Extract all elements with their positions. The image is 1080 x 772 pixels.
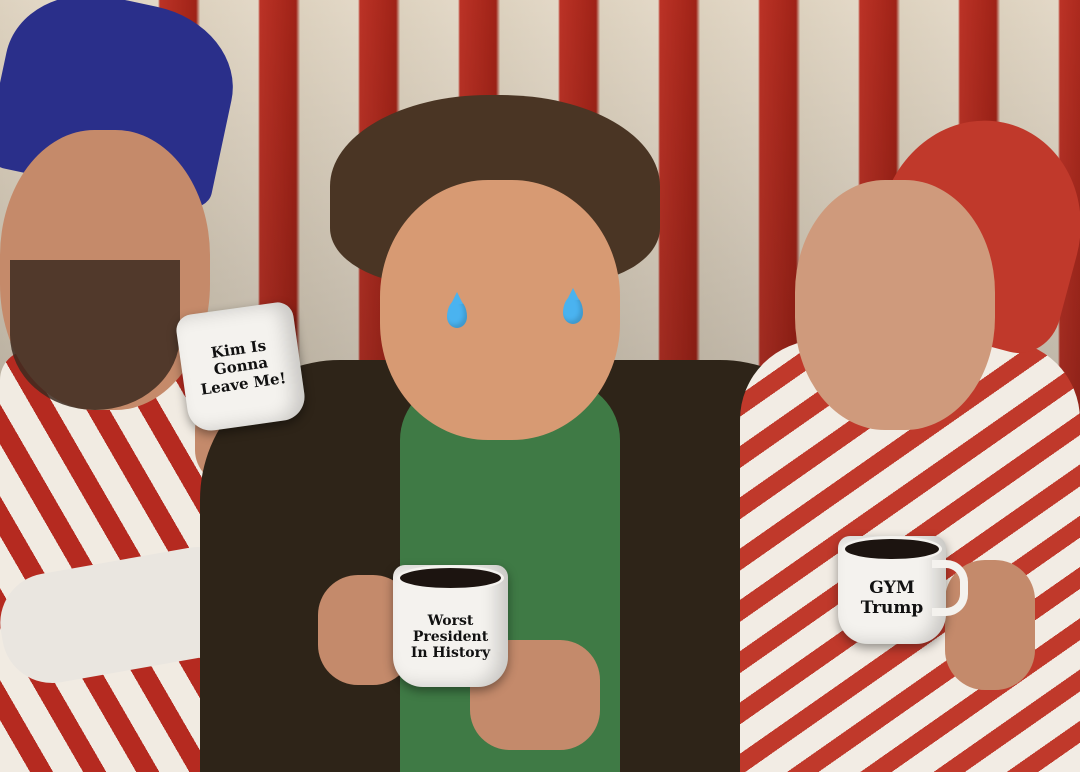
mug-right-line-2: Trump	[860, 598, 924, 618]
tear-drop-icon	[447, 292, 467, 328]
mug-middle-label: Worst President In History	[411, 613, 490, 661]
mug-right-line-1: GYM	[869, 578, 915, 599]
mug-left-label: Kim Is Gonna Leave Me!	[195, 335, 287, 399]
mug-middle-coffee	[397, 565, 504, 591]
mug-right-handle	[932, 560, 968, 616]
mug-right-coffee	[842, 536, 942, 562]
tear-drop-icon	[563, 288, 583, 324]
mug-right-label: GYM Trump	[861, 579, 924, 618]
right-clown-face	[795, 180, 995, 430]
middle-clown-face	[380, 180, 620, 440]
mug-middle: Worst President In History	[393, 565, 508, 687]
mug-middle-line-2: President	[412, 628, 489, 645]
mug-left: Kim Is Gonna Leave Me!	[174, 300, 308, 434]
left-clown-beard	[10, 260, 180, 410]
meme-image: Kim Is Gonna Leave Me! Worst President I…	[0, 0, 1080, 772]
mug-right: GYM Trump	[838, 536, 968, 644]
mug-middle-line-3: In History	[410, 645, 491, 662]
mug-middle-line-1: Worst	[427, 612, 474, 629]
